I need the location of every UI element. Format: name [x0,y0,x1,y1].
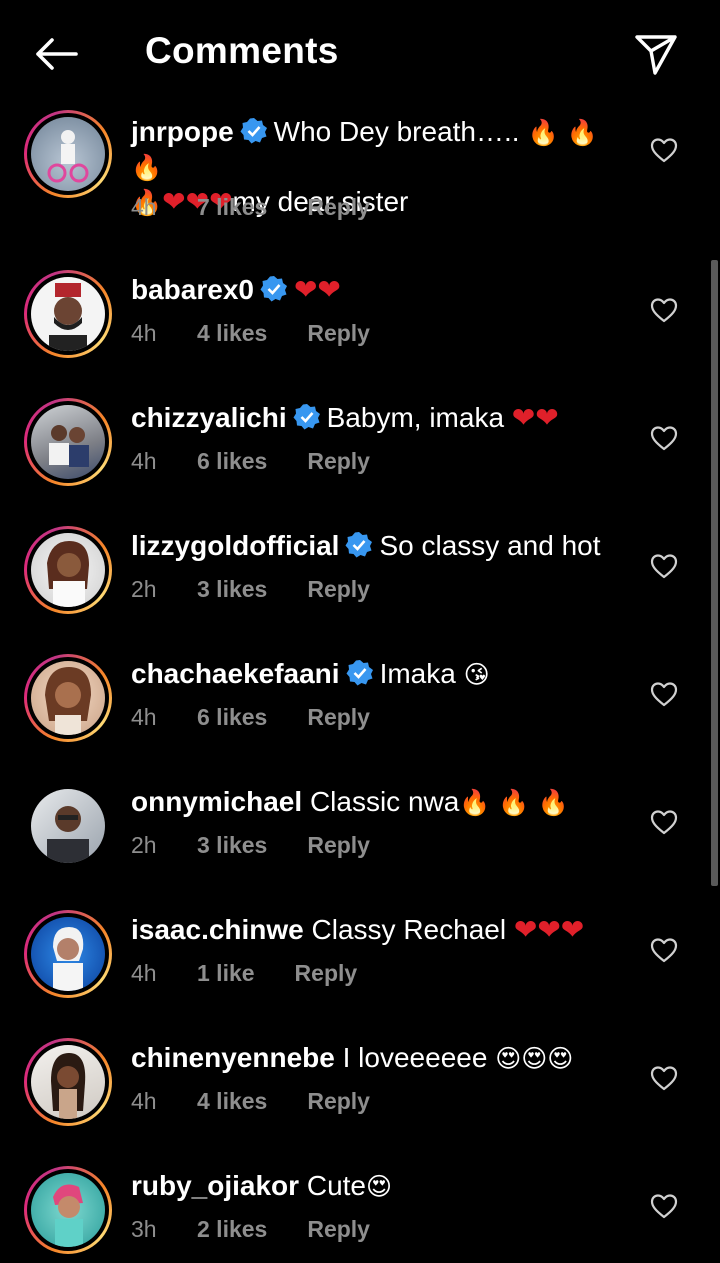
kiss-emoji: 😘 [463,660,490,689]
comment-time: 4h [131,194,157,220]
paper-plane-icon [635,35,677,75]
page-title: Comments [145,30,339,71]
comment-body: Who Dey breath….. [273,116,520,147]
comment-meta: 2h 3 likes Reply [131,576,370,603]
comment-meta: 4h 6 likes Reply [131,448,370,475]
likes-count[interactable]: 3 likes [197,576,267,603]
comment-username[interactable]: lizzygoldofficial [131,530,339,561]
heart-emoji: ❤❤ [511,401,559,434]
verified-badge-icon [293,404,320,430]
avatar[interactable] [24,782,112,870]
comment-username[interactable]: isaac.chinwe [131,914,304,945]
likes-count[interactable]: 3 likes [197,832,267,859]
likes-count[interactable]: 6 likes [197,448,267,475]
comment-meta: 3h 2 likes Reply [131,1216,370,1243]
comment-username[interactable]: onnymichael [131,786,302,817]
avatar[interactable] [24,526,112,614]
heart-emoji: ❤❤❤ [513,913,585,946]
comment-meta: 4h 4 likes Reply [131,1088,370,1115]
comment-body: Babym, imaka [326,402,512,433]
comment-username[interactable]: chachaekefaani [131,658,340,689]
heart-eyes-emoji: 😍😍😍 [495,1044,574,1073]
comment-meta: 4h 7 likes Reply [131,194,370,221]
comment-username[interactable]: jnrpope [131,116,234,147]
comment-time: 2h [131,576,157,602]
verified-badge-icon [260,276,287,302]
comment-username[interactable]: chizzyalichi [131,402,287,433]
heart-outline-icon[interactable] [650,937,678,963]
heart-outline-icon[interactable] [650,297,678,323]
comment-username[interactable]: babarex0 [131,274,254,305]
avatar[interactable] [24,1166,112,1254]
heart-eyes-emoji: 😍 [366,1172,393,1201]
arrow-left-icon [36,38,78,70]
heart-outline-icon[interactable] [650,425,678,451]
comment-text: lizzygoldofficial So classy and hot [131,529,611,563]
likes-count[interactable]: 6 likes [197,704,267,731]
likes-count[interactable]: 2 likes [197,1216,267,1243]
comment-time: 4h [131,320,157,346]
avatar[interactable] [24,398,112,486]
avatar[interactable] [24,1038,112,1126]
reply-button[interactable]: Reply [307,704,370,731]
reply-button[interactable]: Reply [307,320,370,347]
heart-outline-icon[interactable] [650,1193,678,1219]
heart-outline-icon[interactable] [650,137,678,163]
comment-meta: 2h 3 likes Reply [131,832,370,859]
likes-count[interactable]: 4 likes [197,320,267,347]
comment-body: I loveeeeee [334,1042,496,1073]
header-bar: Comments [0,0,720,106]
comment-username[interactable]: chinenyennebe [131,1042,335,1073]
reply-button[interactable]: Reply [307,576,370,603]
comment-text: babarex0 ❤❤ [131,273,611,307]
comment-text: ruby_ojiakor Cute😍 [131,1169,611,1204]
comment-text: chachaekefaani Imaka 😘 [131,657,611,692]
avatar[interactable] [24,654,112,742]
comment-time: 4h [131,1088,157,1114]
reply-button[interactable]: Reply [307,1088,370,1115]
comment-meta: 4h 1 like Reply [131,960,357,987]
comment-text: chinenyennebe I loveeeeee 😍😍😍 [131,1041,611,1076]
reply-button[interactable]: Reply [307,194,370,221]
avatar[interactable] [24,110,112,198]
verified-badge-icon [346,660,373,686]
fire-emoji: 🔥 🔥 🔥 [459,788,569,817]
comment-body: Cute [299,1170,366,1201]
likes-count[interactable]: 4 likes [197,1088,267,1115]
back-button[interactable] [28,30,84,78]
comment-text: isaac.chinwe Classy Rechael ❤❤❤ [131,913,611,947]
reply-button[interactable]: Reply [295,960,358,987]
avatar[interactable] [24,270,112,358]
avatar[interactable] [24,910,112,998]
heart-outline-icon[interactable] [650,553,678,579]
heart-emoji: ❤❤ [293,273,341,306]
comment-body: So classy and hot [379,530,601,561]
comment-time: 4h [131,704,157,730]
comment-time: 4h [131,448,157,474]
comment-body: Classic nwa [302,786,460,817]
likes-count[interactable]: 1 like [197,960,255,987]
comment-text: onnymichael Classic nwa🔥 🔥 🔥 [131,785,611,820]
comment-text: chizzyalichi Babym, imaka ❤❤ [131,401,611,435]
scrollbar[interactable] [711,260,718,886]
comment-meta: 4h 4 likes Reply [131,320,370,347]
reply-button[interactable]: Reply [307,1216,370,1243]
comment-time: 3h [131,1216,157,1242]
heart-outline-icon[interactable] [650,681,678,707]
verified-badge-icon [240,118,267,144]
heart-outline-icon[interactable] [650,809,678,835]
comment-meta: 4h 6 likes Reply [131,704,370,731]
reply-button[interactable]: Reply [307,832,370,859]
heart-outline-icon[interactable] [650,1065,678,1091]
comment-time: 4h [131,960,157,986]
verified-badge-icon [345,532,373,558]
comment-time: 2h [131,832,157,858]
comment-body: Classy Rechael [303,914,514,945]
comment-username[interactable]: ruby_ojiakor [131,1170,299,1201]
comment-body: Imaka [379,658,464,689]
reply-button[interactable]: Reply [307,448,370,475]
share-button[interactable] [628,28,684,80]
likes-count[interactable]: 7 likes [197,194,267,221]
